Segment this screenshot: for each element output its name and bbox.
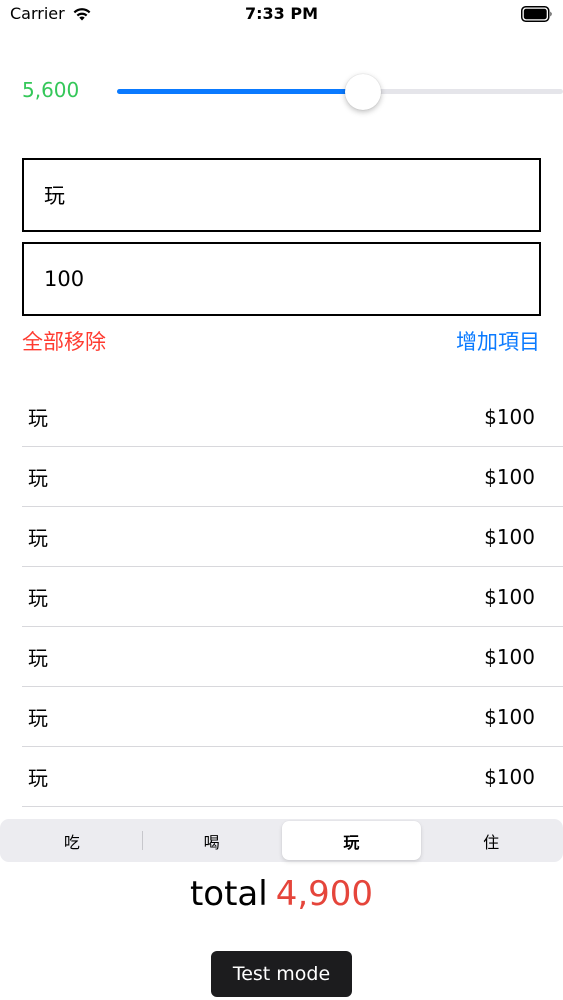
item-price: $100 [484,524,535,549]
item-price: $100 [484,584,535,609]
list-item[interactable]: 玩 $100 [22,747,563,807]
budget-slider[interactable] [117,74,563,110]
item-list: 玩 $100 玩 $100 玩 $100 玩 $100 玩 $100 玩 $10… [22,387,563,807]
total-line: total 4,900 [0,874,563,914]
item-name: 玩 [28,586,48,610]
list-item[interactable]: 玩 $100 [22,627,563,687]
test-mode-toast: Test mode [211,951,352,997]
status-time: 7:33 PM [244,4,318,23]
item-price: $100 [484,404,535,429]
item-name: 玩 [28,526,48,550]
list-item[interactable]: 玩 $100 [22,567,563,627]
add-item-button[interactable]: 增加項目 [456,326,540,356]
item-name-field[interactable] [22,158,541,232]
segment-play[interactable]: 玩 [281,821,422,860]
segment-eat[interactable]: 吃 [2,821,142,860]
item-amount-input[interactable] [44,267,539,291]
item-name: 玩 [28,646,48,670]
battery-icon [521,6,552,22]
list-item[interactable]: 玩 $100 [22,507,563,567]
item-price: $100 [484,644,535,669]
item-price: $100 [484,464,535,489]
slider-fill [117,89,363,94]
item-price: $100 [484,764,535,789]
item-name: 玩 [28,766,48,790]
total-value: 4,900 [275,874,374,914]
segment-drink[interactable]: 喝 [141,821,282,860]
item-name: 玩 [28,406,48,430]
slider-thumb[interactable] [345,74,381,110]
item-name-input[interactable] [44,183,539,207]
app-screen: Carrier 7:33 PM 5,600 全部移除 增加項目 玩 $100 [0,0,563,1000]
item-price: $100 [484,704,535,729]
remove-all-button[interactable]: 全部移除 [22,326,106,356]
total-label: total [189,874,268,914]
item-name: 玩 [28,706,48,730]
list-item[interactable]: 玩 $100 [22,447,563,507]
segment-stay[interactable]: 住 [421,821,561,860]
status-bar: Carrier 7:33 PM [0,0,563,30]
list-item[interactable]: 玩 $100 [22,387,563,447]
slider-value-label: 5,600 [22,78,80,102]
list-item[interactable]: 玩 $100 [22,687,563,747]
item-name: 玩 [28,466,48,490]
category-segmented-control: 吃 喝 玩 住 [0,819,563,862]
item-amount-field[interactable] [22,242,541,316]
